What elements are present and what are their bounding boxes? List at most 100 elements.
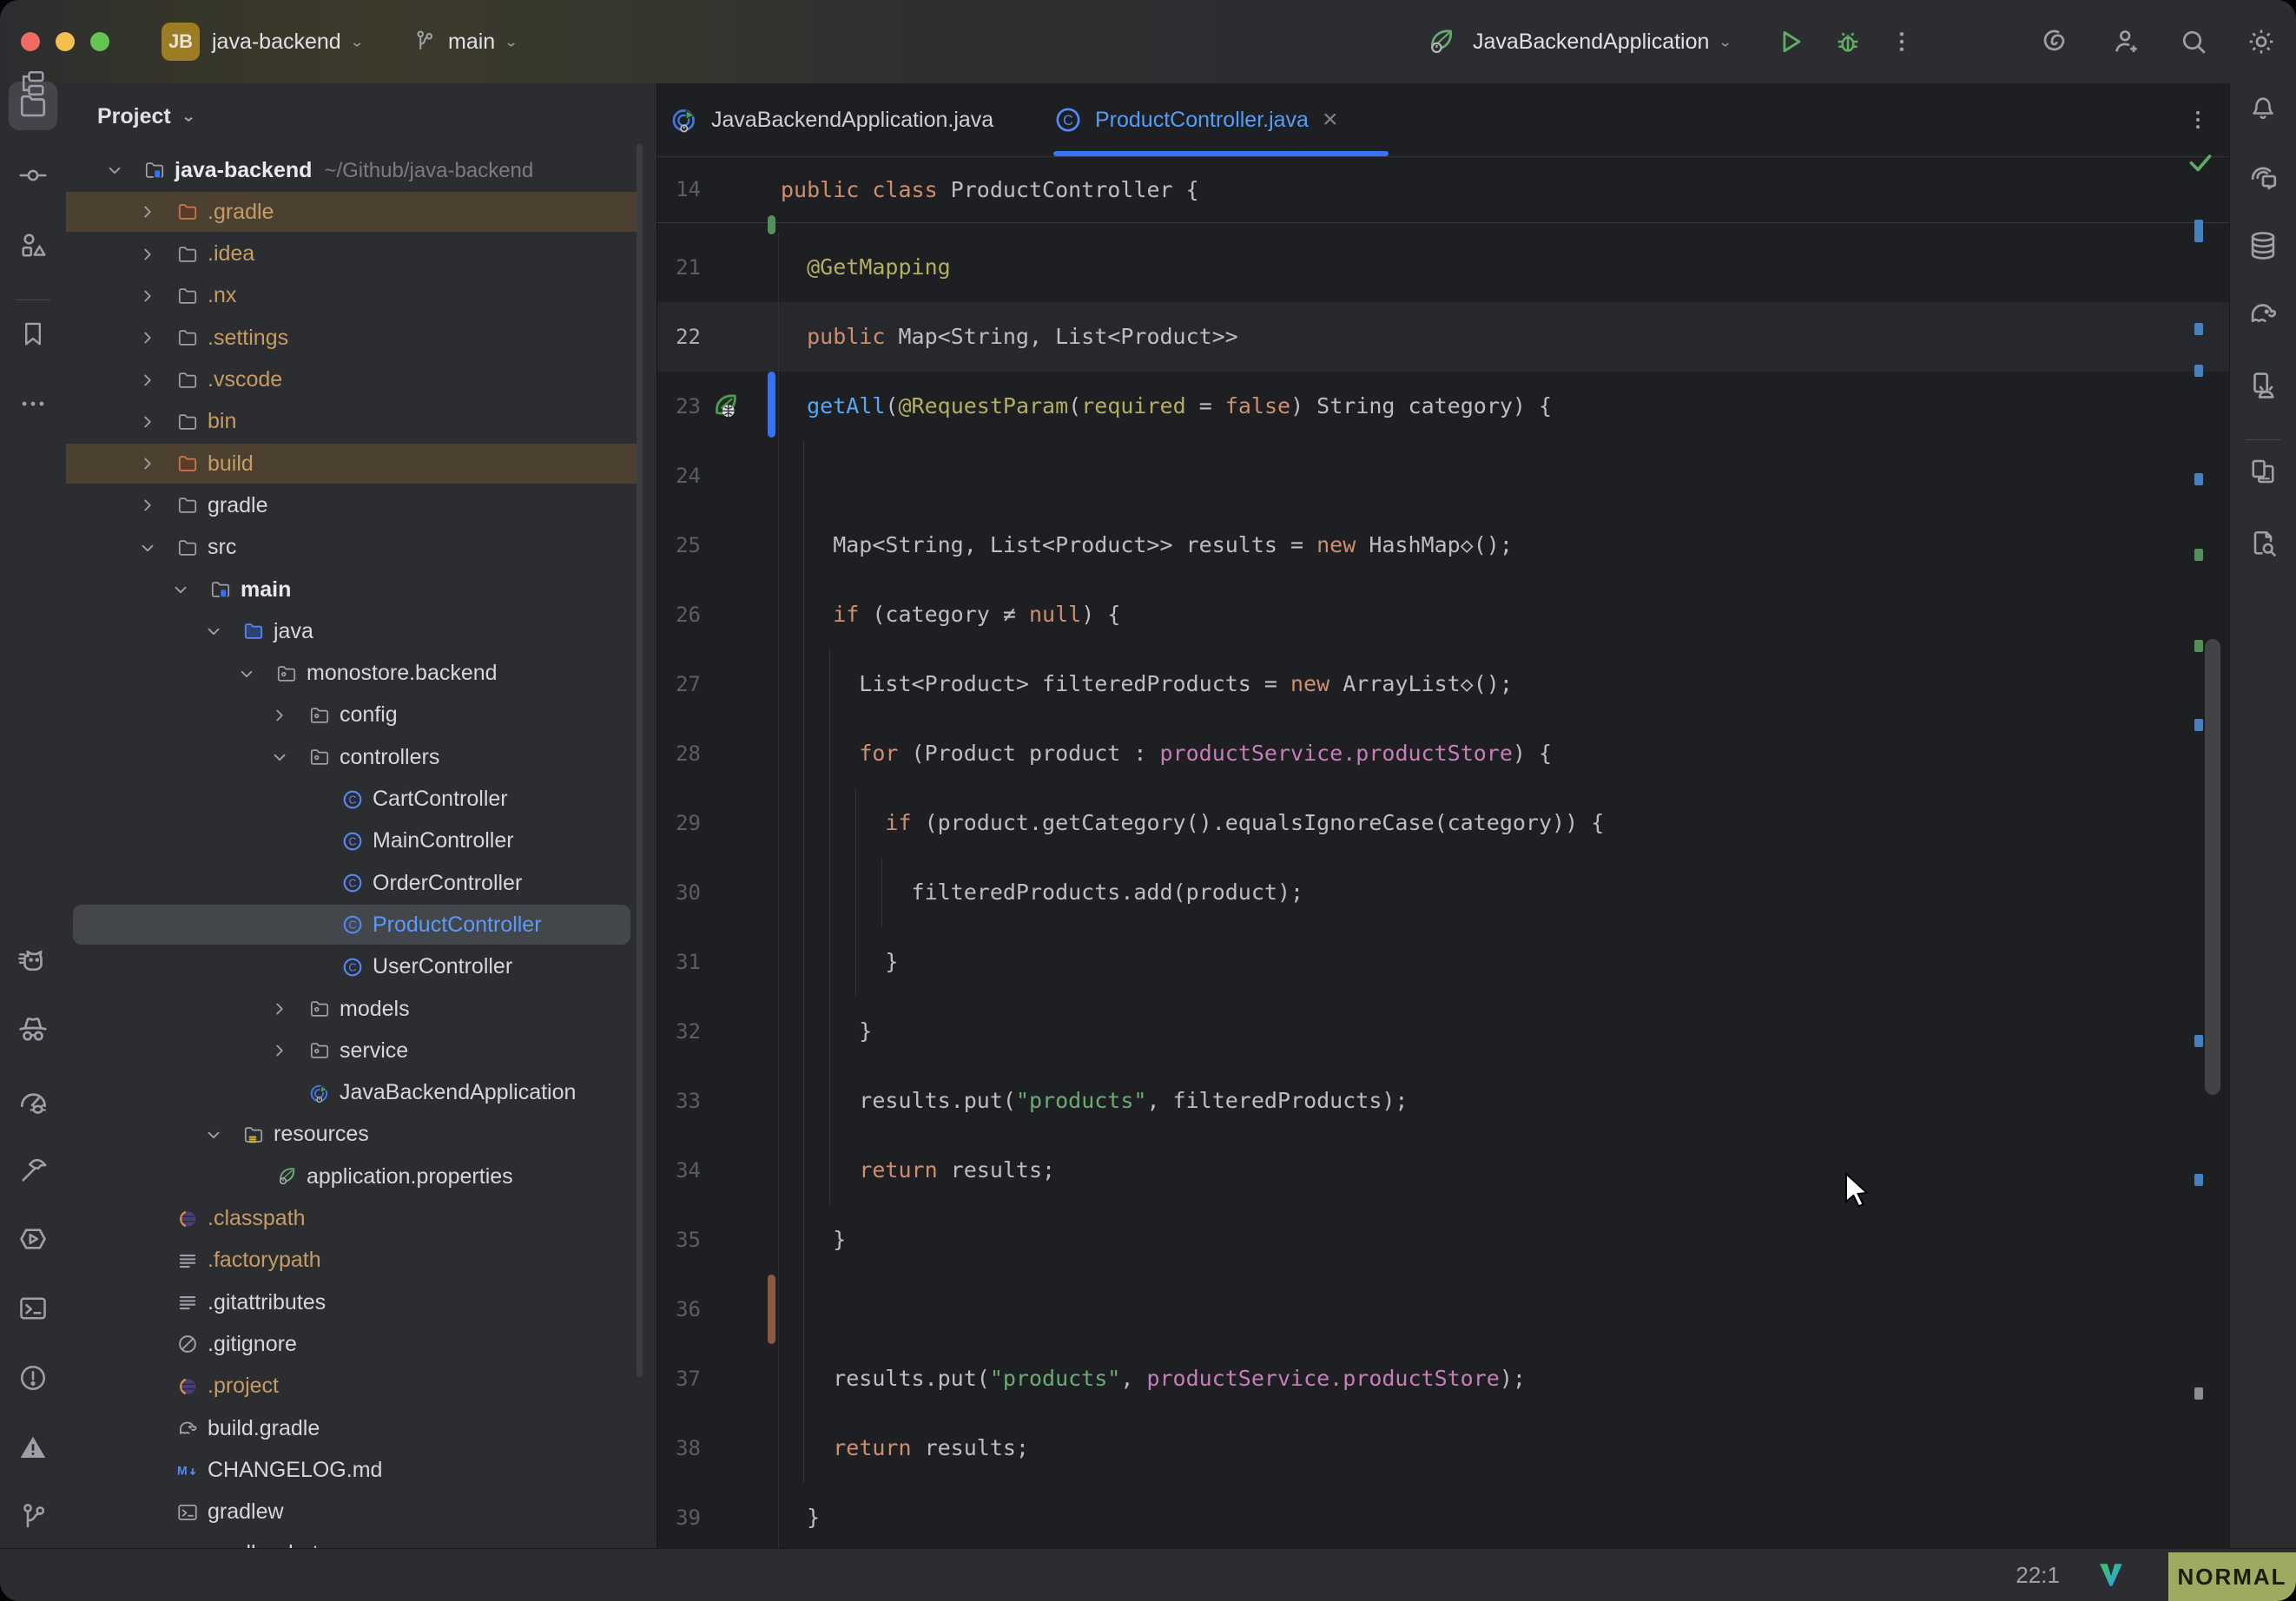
tree-item-monostore-backend[interactable]: monostore.backend [66, 653, 656, 695]
error-stripe-mark[interactable] [2194, 473, 2203, 485]
project-widget[interactable]: JB java-backend ⌄ [162, 0, 364, 83]
code-line-31[interactable]: 31 } [657, 927, 2230, 997]
chevron-right-icon[interactable] [269, 1040, 290, 1061]
tool-button-notifications[interactable] [2239, 82, 2287, 131]
tree-item-usercontroller[interactable]: CUserController [66, 946, 656, 988]
tree-item-controllers[interactable]: controllers [66, 736, 656, 778]
vim-mode-badge[interactable]: NORMAL [2168, 1552, 2296, 1601]
error-stripe-mark[interactable] [2194, 640, 2203, 652]
code-line-25[interactable]: 25 Map<String, List<Product>> results = … [657, 511, 2230, 580]
tree-item--gitignore[interactable]: .gitignore [66, 1323, 656, 1365]
close-icon[interactable]: × [1323, 105, 1338, 135]
chevron-right-icon[interactable] [137, 412, 158, 432]
tool-button-commit[interactable] [9, 151, 57, 200]
vcs-branch-widget[interactable]: main ⌄ [405, 0, 518, 83]
tree-item--factorypath[interactable]: .factorypath [66, 1240, 656, 1281]
tool-button-services[interactable] [9, 1215, 57, 1263]
code-line-39[interactable]: 39 } [657, 1483, 2230, 1549]
code-line-22[interactable]: 22 public Map<String, List<Product>> [657, 302, 2230, 372]
tree-item-resources[interactable]: resources [66, 1114, 656, 1156]
chevron-right-icon[interactable] [137, 244, 158, 265]
tab-javabackendapplication-java[interactable]: JavaBackendApplication.java [670, 83, 1034, 156]
minimize-window-button[interactable] [56, 32, 75, 51]
tree-item-productcontroller[interactable]: CProductController [66, 904, 656, 945]
tree-item--project[interactable]: .project [66, 1366, 656, 1407]
tree-item-gradlew-bat[interactable]: gradlew.bat [66, 1533, 656, 1549]
tree-item-src[interactable]: src [66, 527, 656, 569]
tree-item-build-gradle[interactable]: build.gradle [66, 1407, 656, 1449]
tree-item-java[interactable]: java [66, 610, 656, 652]
tree-item-gradle[interactable]: gradle [66, 484, 656, 526]
chevron-right-icon[interactable] [269, 998, 290, 1019]
tree-item-cartcontroller[interactable]: CCartController [66, 779, 656, 820]
tool-button-device-manager[interactable] [2239, 361, 2287, 410]
project-panel-header[interactable]: Project ⌄ [97, 92, 196, 141]
code-line-38[interactable]: 38 return results; [657, 1413, 2230, 1483]
tool-button-gradle[interactable] [2239, 289, 2287, 338]
code-line-26[interactable]: 26 if (category ≠ null) { [657, 580, 2230, 649]
chevron-down-icon[interactable] [203, 1124, 224, 1145]
tree-item--idea[interactable]: .idea [66, 234, 656, 275]
code-line-33[interactable]: 33 results.put("products", filteredProdu… [657, 1066, 2230, 1136]
tree-item-javabackendapplication[interactable]: JavaBackendApplication [66, 1072, 656, 1114]
tool-button-profiler[interactable] [9, 1077, 57, 1126]
tree-item-config[interactable]: config [66, 695, 656, 736]
tree-item--gradle[interactable]: .gradle [66, 191, 656, 233]
tree-item-application-properties[interactable]: application.properties [66, 1156, 656, 1197]
close-window-button[interactable] [21, 32, 40, 51]
chevron-down-icon[interactable] [137, 537, 158, 558]
chevron-down-icon[interactable] [104, 160, 125, 181]
tree-item-models[interactable]: models [66, 988, 656, 1030]
zoom-window-button[interactable] [90, 32, 109, 51]
tool-button-hierarchy[interactable] [9, 59, 57, 108]
caret-position[interactable]: 22:1 [2016, 1549, 2060, 1601]
code-line-28[interactable]: 28 for (Product product : productService… [657, 719, 2230, 788]
tree-item--nx[interactable]: .nx [66, 275, 656, 317]
inspection-ok-icon[interactable] [2186, 148, 2215, 177]
code-viewport[interactable]: 21 @GetMapping22 public Map<String, List… [657, 233, 2230, 1549]
error-stripe-mark[interactable] [2194, 1387, 2203, 1400]
chevron-down-icon[interactable] [203, 621, 224, 642]
tool-button-more-tools[interactable] [9, 379, 57, 428]
chevron-right-icon[interactable] [137, 201, 158, 222]
debug-button[interactable] [1829, 23, 1867, 61]
code-line-29[interactable]: 29 if (product.getCategory().equalsIgnor… [657, 788, 2230, 858]
error-stripe-mark[interactable] [2194, 719, 2203, 731]
more-options-button[interactable] [1883, 23, 1921, 61]
tool-button-warnings[interactable] [9, 1423, 57, 1472]
error-stripe-mark[interactable] [2194, 323, 2203, 335]
chevron-down-icon[interactable] [170, 579, 191, 600]
tree-item--gitattributes[interactable]: .gitattributes [66, 1281, 656, 1323]
tree-item-service[interactable]: service [66, 1030, 656, 1071]
tree-item-build[interactable]: build [66, 443, 656, 484]
chevron-right-icon[interactable] [137, 327, 158, 348]
tool-button-incognito[interactable] [9, 1005, 57, 1054]
ai-assistant-icon[interactable] [2035, 23, 2074, 61]
tree-item-ordercontroller[interactable]: COrderController [66, 862, 656, 904]
code-line-37[interactable]: 37 results.put("products", productServic… [657, 1344, 2230, 1413]
vcs-change-bar[interactable] [768, 1275, 775, 1344]
chevron-right-icon[interactable] [269, 705, 290, 726]
tool-button-device-explorer[interactable] [2239, 519, 2287, 568]
error-stripe-mark[interactable] [2194, 365, 2203, 377]
code-line-30[interactable]: 30 filteredProducts.add(product); [657, 858, 2230, 927]
tool-button-documentation[interactable] [2239, 447, 2287, 496]
tree-item-main[interactable]: main [66, 569, 656, 610]
error-stripe-mark[interactable] [2194, 1035, 2203, 1047]
tree-item--classpath[interactable]: .classpath [66, 1198, 656, 1240]
chevron-down-icon[interactable] [269, 747, 290, 768]
tab-productcontroller-java[interactable]: CProductController.java× [1053, 83, 1389, 156]
tool-button-build[interactable] [9, 1146, 57, 1195]
run-button[interactable] [1771, 23, 1810, 61]
ideavim-icon[interactable] [2096, 1560, 2126, 1590]
code-line-32[interactable]: 32 } [657, 997, 2230, 1066]
code-line-36[interactable]: 36 [657, 1275, 2230, 1344]
tool-button-database[interactable] [2239, 221, 2287, 270]
chevron-right-icon[interactable] [137, 453, 158, 474]
chevron-right-icon[interactable] [137, 286, 158, 306]
tree-item--vscode[interactable]: .vscode [66, 359, 656, 401]
code-line-21[interactable]: 21 @GetMapping [657, 233, 2230, 302]
tree-item-changelog-md[interactable]: MCHANGELOG.md [66, 1449, 656, 1491]
vcs-change-bar[interactable] [768, 372, 775, 438]
project-tree-scrollbar[interactable] [637, 144, 643, 1377]
